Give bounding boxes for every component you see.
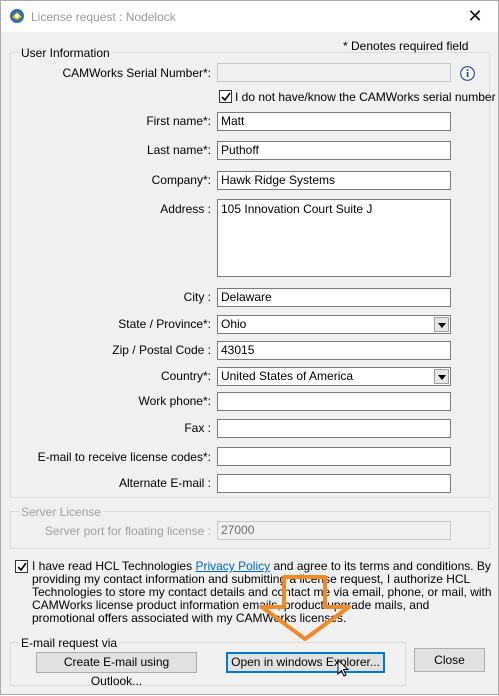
country-dropdown[interactable]: United States of America	[217, 367, 451, 386]
license-request-dialog: License request : Nodelock ✕ User Inform…	[0, 0, 499, 695]
server-license-group-title: Server License	[19, 505, 104, 519]
mouse-pointer-icon	[337, 659, 349, 677]
email-label: E-mail to receive license codes*:	[37, 450, 211, 464]
window-title: License request : Nodelock	[31, 10, 176, 24]
alternate-email-field[interactable]	[217, 474, 451, 493]
first-name-label: First name*:	[146, 114, 211, 128]
user-information-group-title: User Information	[19, 46, 112, 60]
country-label: Country*:	[160, 369, 211, 383]
zip-label: Zip / Postal Code :	[112, 343, 211, 357]
last-name-field[interactable]: Puthoff	[217, 141, 451, 160]
country-dropdown-arrow-icon[interactable]	[434, 369, 449, 384]
server-port-label: Server port for floating license :	[44, 524, 211, 538]
email-request-group-title: E-mail request via	[19, 636, 120, 650]
open-in-explorer-button[interactable]: Open in windows Explorer...	[226, 652, 385, 673]
window-close-icon[interactable]: ✕	[452, 1, 498, 32]
state-value: Ohio	[221, 317, 247, 331]
consent-text: I have read HCL Technologies Privacy Pol…	[32, 560, 492, 625]
consent-text-before: I have read HCL Technologies	[32, 559, 196, 573]
serial-number-field[interactable]	[217, 63, 451, 82]
state-dropdown[interactable]: Ohio	[217, 315, 451, 334]
first-name-field[interactable]: Matt	[217, 112, 451, 131]
required-field-note: * Denotes required field	[343, 39, 469, 53]
server-port-field[interactable]: 27000	[217, 521, 451, 540]
company-field[interactable]: Hawk Ridge Systems	[217, 171, 451, 190]
state-label: State / Province*:	[118, 317, 211, 331]
alternate-email-label: Alternate E-mail :	[118, 476, 211, 490]
no-serial-label: I do not have/know the CAMWorks serial n…	[235, 90, 496, 104]
privacy-policy-link[interactable]: Privacy Policy	[195, 559, 270, 573]
title-bar: License request : Nodelock ✕	[1, 1, 498, 32]
info-icon[interactable]	[460, 66, 475, 81]
country-value: United States of America	[221, 369, 354, 383]
work-phone-label: Work phone*:	[138, 394, 212, 408]
last-name-label: Last name*:	[146, 143, 211, 157]
state-dropdown-arrow-icon[interactable]	[434, 317, 449, 332]
consent-checkbox[interactable]	[15, 560, 28, 573]
serial-number-label: CAMWorks Serial Number*:	[62, 66, 211, 80]
company-label: Company*:	[151, 173, 211, 187]
camworks-app-icon	[9, 8, 25, 24]
city-label: City :	[183, 290, 211, 304]
no-serial-checkbox[interactable]	[219, 90, 232, 103]
address-label: Address :	[160, 202, 211, 216]
fax-label: Fax :	[184, 421, 211, 435]
fax-field[interactable]	[217, 419, 451, 438]
create-email-outlook-button[interactable]: Create E-mail using Outlook...	[36, 652, 197, 688]
address-field[interactable]: 105 Innovation Court Suite J	[217, 199, 451, 277]
zip-field[interactable]: 43015	[217, 341, 451, 360]
city-field[interactable]: Delaware	[217, 288, 451, 307]
work-phone-field[interactable]	[217, 392, 451, 411]
close-button[interactable]: Close	[414, 648, 485, 672]
email-field[interactable]	[217, 447, 451, 466]
